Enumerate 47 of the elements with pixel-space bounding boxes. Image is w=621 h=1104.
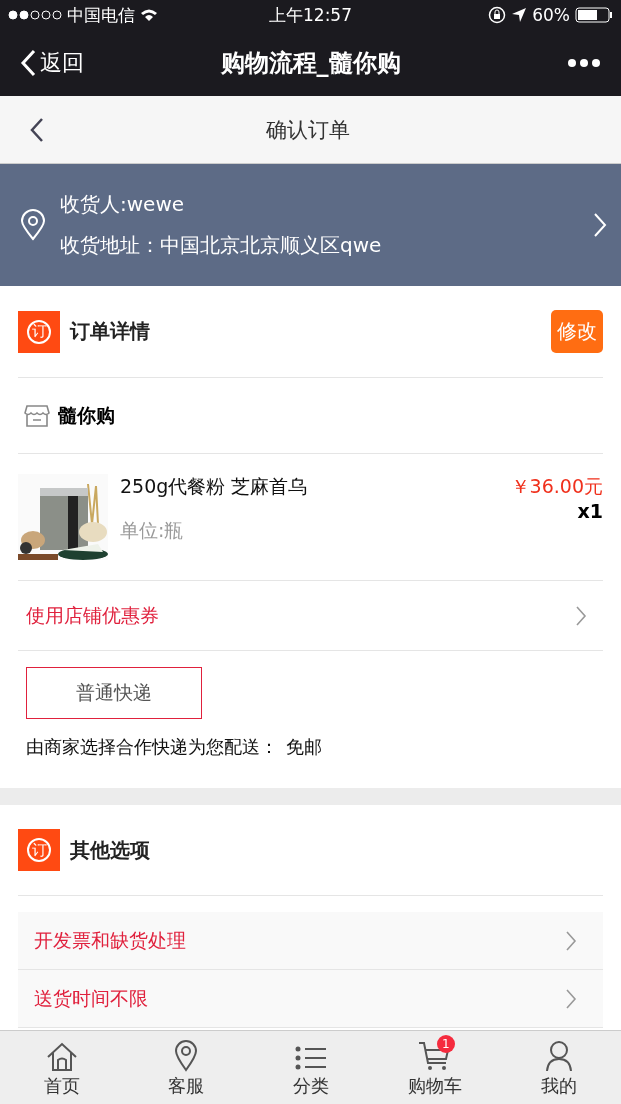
shipping-note: 由商家选择合作快递为您配送： (26, 735, 278, 759)
chevron-right-icon (575, 604, 587, 627)
battery-icon (575, 7, 613, 23)
product-name: 250g代餐粉 芝麻首乌 (120, 474, 309, 499)
header-title: 确认订单 (264, 116, 351, 144)
tab-item[interactable]: 首页 (0, 1031, 125, 1104)
delivery-address: 收货地址：中国北京北京顺义区qwe (60, 232, 383, 259)
rotation-lock-icon (488, 6, 507, 24)
section-title: 其他选项 (70, 836, 151, 864)
tab-item[interactable]: 分类 (248, 1031, 373, 1104)
store-icon (24, 403, 50, 428)
chevron-right-icon (565, 987, 577, 1010)
battery-percent: 60% (532, 5, 570, 25)
tab-item[interactable]: 我的 (496, 1031, 621, 1104)
user-icon (544, 1040, 573, 1072)
order-icon: 订 (18, 310, 60, 353)
location-pin-icon (174, 1040, 199, 1072)
tab-item[interactable]: 客服 (124, 1031, 249, 1104)
location-arrow-icon (511, 7, 528, 23)
tab-item[interactable]: 购物车 1 (372, 1031, 497, 1104)
back-button[interactable]: 返回 (20, 48, 130, 78)
chevron-right-icon (593, 212, 607, 238)
product-unit: 单位:瓶 (120, 518, 185, 543)
cart-count-badge: 1 (436, 1035, 455, 1053)
coupon-row[interactable]: 使用店铺优惠券 (18, 581, 603, 651)
shipping-fee: 免邮 (286, 735, 322, 759)
section-title: 订单详情 (70, 318, 151, 345)
more-icon[interactable] (567, 58, 601, 68)
product-quantity: x1 (577, 500, 603, 522)
signal-icon (8, 10, 62, 20)
address-card[interactable]: 收货人:wewe 收货地址：中国北京北京顺义区qwe (0, 164, 621, 286)
list-icon (293, 1044, 328, 1072)
shipping-option[interactable]: 普通快递 (26, 667, 202, 719)
store-name: 髓你购 (58, 402, 115, 428)
page-title: 购物流程_髓你购 (219, 48, 402, 79)
product-price: ￥36.00元 (510, 474, 603, 499)
chevron-right-icon (565, 929, 577, 952)
option-row[interactable]: 送货时间不限 (18, 970, 603, 1028)
order-icon: 订 (18, 829, 60, 871)
clock-time: 上午12:57 (269, 3, 352, 27)
chevron-left-icon (20, 49, 36, 77)
back-icon[interactable] (30, 116, 44, 143)
option-row[interactable]: 开发票和缺货处理 (18, 912, 603, 970)
carrier-name: 中国电信 (67, 3, 135, 27)
location-pin-icon (20, 209, 46, 241)
wifi-icon (140, 8, 158, 22)
recipient-name: 收货人:wewe (60, 191, 186, 218)
